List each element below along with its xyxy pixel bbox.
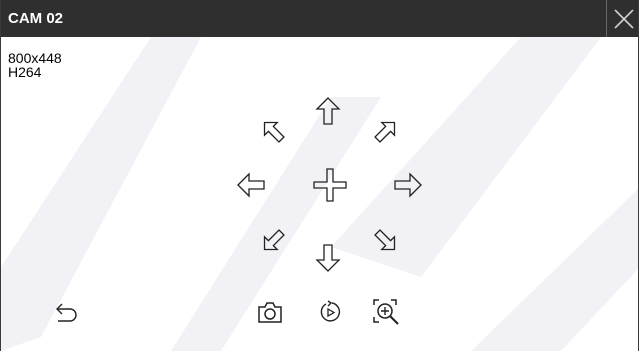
title-bar: CAM 02 [1, 0, 638, 37]
arrow-left-icon [237, 172, 265, 198]
close-icon [614, 9, 634, 29]
back-button[interactable] [55, 302, 79, 324]
resolution-label: 800x448 [8, 50, 62, 66]
codec-label: H264 [8, 64, 42, 80]
arrow-down-icon [315, 244, 341, 272]
pan-down-left-button[interactable] [260, 228, 286, 254]
zoom-in-icon [373, 299, 399, 325]
snapshot-button[interactable] [257, 300, 283, 324]
replay-button[interactable] [318, 300, 342, 324]
pan-right-button[interactable] [393, 172, 423, 198]
pan-up-left-button[interactable] [260, 118, 286, 144]
replay-icon [320, 300, 341, 322]
pan-down-right-button[interactable] [373, 228, 399, 254]
pan-up-right-button[interactable] [373, 118, 399, 144]
back-icon [56, 303, 77, 322]
camera-window: CAM 02 800x448 H264 [0, 0, 639, 351]
center-button[interactable] [313, 168, 347, 202]
window-title: CAM 02 [8, 10, 64, 27]
arrow-up-right-icon [374, 121, 396, 143]
pan-down-button[interactable] [315, 243, 341, 273]
arrow-down-left-icon [263, 229, 285, 251]
arrow-down-right-icon [374, 229, 396, 251]
crosshair-icon [313, 168, 347, 202]
pan-left-button[interactable] [236, 172, 266, 198]
zoom-button[interactable] [372, 298, 400, 326]
camera-icon [258, 302, 282, 323]
pan-up-button[interactable] [315, 96, 341, 126]
arrow-right-icon [394, 172, 422, 198]
arrow-up-left-icon [263, 121, 285, 143]
stream-info: 800x448 H264 [8, 51, 62, 79]
arrow-up-icon [315, 97, 341, 125]
close-button[interactable] [606, 0, 638, 37]
